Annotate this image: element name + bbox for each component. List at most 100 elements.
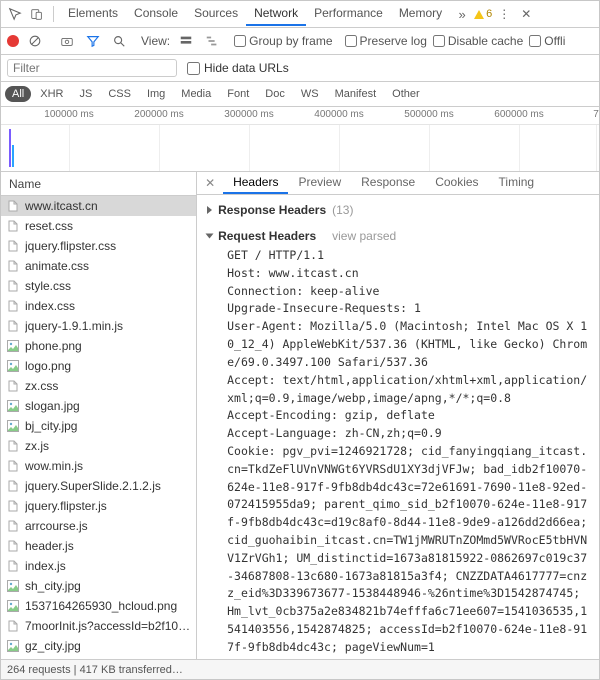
request-row[interactable]: jquery.flipster.js	[1, 496, 196, 516]
filter-input[interactable]	[7, 59, 177, 77]
request-row[interactable]: index.css	[1, 296, 196, 316]
type-chip-css[interactable]: CSS	[101, 86, 138, 102]
group-by-frame-checkbox[interactable]: Group by frame	[234, 34, 332, 48]
file-icon	[7, 240, 19, 252]
file-icon	[7, 520, 19, 532]
request-row[interactable]: style.css	[1, 276, 196, 296]
record-icon[interactable]	[7, 35, 19, 47]
image-icon	[7, 360, 19, 372]
request-row[interactable]: 1537164265930_hcloud.png	[1, 596, 196, 616]
view-waterfall-icon[interactable]	[202, 31, 222, 51]
type-chip-js[interactable]: JS	[72, 86, 99, 102]
close-devtools-icon[interactable]: ✕	[516, 4, 536, 24]
detail-tab-response[interactable]: Response	[351, 172, 425, 194]
request-row[interactable]: bj_city.jpg	[1, 416, 196, 436]
main-tab-sources[interactable]: Sources	[186, 2, 246, 26]
request-row[interactable]: index.js	[1, 556, 196, 576]
request-row[interactable]: animate.css	[1, 256, 196, 276]
request-detail-pane: ✕ HeadersPreviewResponseCookiesTiming Re…	[197, 172, 599, 659]
file-icon	[7, 200, 19, 212]
file-icon	[7, 500, 19, 512]
request-row[interactable]: phone.png	[1, 336, 196, 356]
detail-tab-timing[interactable]: Timing	[489, 172, 545, 194]
timeline-tick: 400000 ms	[314, 109, 363, 120]
request-name: wow.min.js	[25, 459, 83, 473]
disable-cache-checkbox[interactable]: Disable cache	[433, 34, 523, 48]
request-headers-section[interactable]: Request Headersview parsed	[207, 227, 589, 245]
request-row[interactable]: header.js	[1, 536, 196, 556]
request-name: reset.css	[25, 219, 73, 233]
type-chip-ws[interactable]: WS	[294, 86, 326, 102]
request-row[interactable]: arrcourse.js	[1, 516, 196, 536]
timeline-tick: 600000 ms	[494, 109, 543, 120]
response-headers-section[interactable]: Response Headers (13)	[207, 201, 589, 219]
detail-tab-headers[interactable]: Headers	[223, 172, 288, 194]
request-name: slogan.jpg	[25, 399, 80, 413]
hide-data-urls-checkbox[interactable]: Hide data URLs	[187, 61, 289, 75]
request-name: gz_city.jpg	[25, 639, 81, 653]
type-chip-other[interactable]: Other	[385, 86, 427, 102]
search-icon[interactable]	[109, 31, 129, 51]
timeline-overview[interactable]: 100000 ms200000 ms300000 ms400000 ms5000…	[1, 107, 599, 172]
request-name: zx.js	[25, 439, 49, 453]
request-row[interactable]: zx.js	[1, 436, 196, 456]
type-chip-xhr[interactable]: XHR	[33, 86, 70, 102]
request-row[interactable]: www.itcast.cn	[1, 196, 196, 216]
image-icon	[7, 640, 19, 652]
request-row[interactable]: jquery-1.9.1.min.js	[1, 316, 196, 336]
timeline-tick: 200000 ms	[134, 109, 183, 120]
type-chip-media[interactable]: Media	[174, 86, 218, 102]
column-header-name[interactable]: Name	[1, 172, 196, 196]
main-tab-memory[interactable]: Memory	[391, 2, 450, 26]
type-chip-manifest[interactable]: Manifest	[328, 86, 384, 102]
request-row[interactable]: sh_city.jpg	[1, 576, 196, 596]
clear-icon[interactable]	[25, 31, 45, 51]
detail-tab-cookies[interactable]: Cookies	[425, 172, 488, 194]
main-tab-performance[interactable]: Performance	[306, 2, 391, 26]
timeline-tick: 500000 ms	[404, 109, 453, 120]
type-chip-font[interactable]: Font	[220, 86, 256, 102]
filter-bar: Hide data URLs	[1, 55, 599, 82]
main-tab-network[interactable]: Network	[246, 2, 306, 26]
capture-screenshot-icon[interactable]	[57, 31, 77, 51]
request-row[interactable]: jquery.SuperSlide.2.1.2.js	[1, 476, 196, 496]
offline-checkbox[interactable]: Offli	[529, 34, 565, 48]
request-name: 1537164265930_hcloud.png	[25, 599, 177, 613]
request-name: jquery.flipster.js	[25, 499, 107, 513]
raw-request-headers: GET / HTTP/1.1 Host: www.itcast.cn Conne…	[207, 245, 589, 665]
main-tab-elements[interactable]: Elements	[60, 2, 126, 26]
filter-icon[interactable]	[83, 31, 103, 51]
file-icon	[7, 300, 19, 312]
close-detail-icon[interactable]: ✕	[201, 176, 219, 190]
type-chip-img[interactable]: Img	[140, 86, 172, 102]
tabs-overflow-icon[interactable]: »	[452, 4, 472, 24]
request-row[interactable]: jquery.flipster.css	[1, 236, 196, 256]
timeline-marker	[12, 145, 14, 167]
inspect-icon[interactable]	[5, 4, 25, 24]
kebab-menu-icon[interactable]: ⋮	[494, 4, 514, 24]
preserve-log-checkbox[interactable]: Preserve log	[345, 34, 427, 48]
type-chip-all[interactable]: All	[5, 86, 31, 102]
request-name: index.css	[25, 299, 75, 313]
network-toolbar: View: Group by frame Preserve log Disabl…	[1, 28, 599, 55]
type-chip-doc[interactable]: Doc	[258, 86, 292, 102]
request-row[interactable]: gz_city.jpg	[1, 636, 196, 656]
view-large-icon[interactable]	[176, 31, 196, 51]
request-row[interactable]: reset.css	[1, 216, 196, 236]
request-name: jquery.SuperSlide.2.1.2.js	[25, 479, 161, 493]
request-row[interactable]: slogan.jpg	[1, 396, 196, 416]
image-icon	[7, 420, 19, 432]
timeline-tick: 100000 ms	[44, 109, 93, 120]
view-parsed-link[interactable]: view parsed	[332, 229, 396, 243]
request-name: index.js	[25, 559, 66, 573]
main-tab-console[interactable]: Console	[126, 2, 186, 26]
request-row[interactable]: zx.css	[1, 376, 196, 396]
request-row[interactable]: 7moorInit.js?accessId=b2f10…	[1, 616, 196, 636]
file-icon	[7, 480, 19, 492]
warnings-badge[interactable]: 6	[474, 8, 492, 20]
device-toggle-icon[interactable]	[27, 4, 47, 24]
detail-tab-preview[interactable]: Preview	[288, 172, 351, 194]
request-row[interactable]: wow.min.js	[1, 456, 196, 476]
request-row[interactable]: logo.png	[1, 356, 196, 376]
devtools-main-toolbar: ElementsConsoleSourcesNetworkPerformance…	[1, 1, 599, 28]
